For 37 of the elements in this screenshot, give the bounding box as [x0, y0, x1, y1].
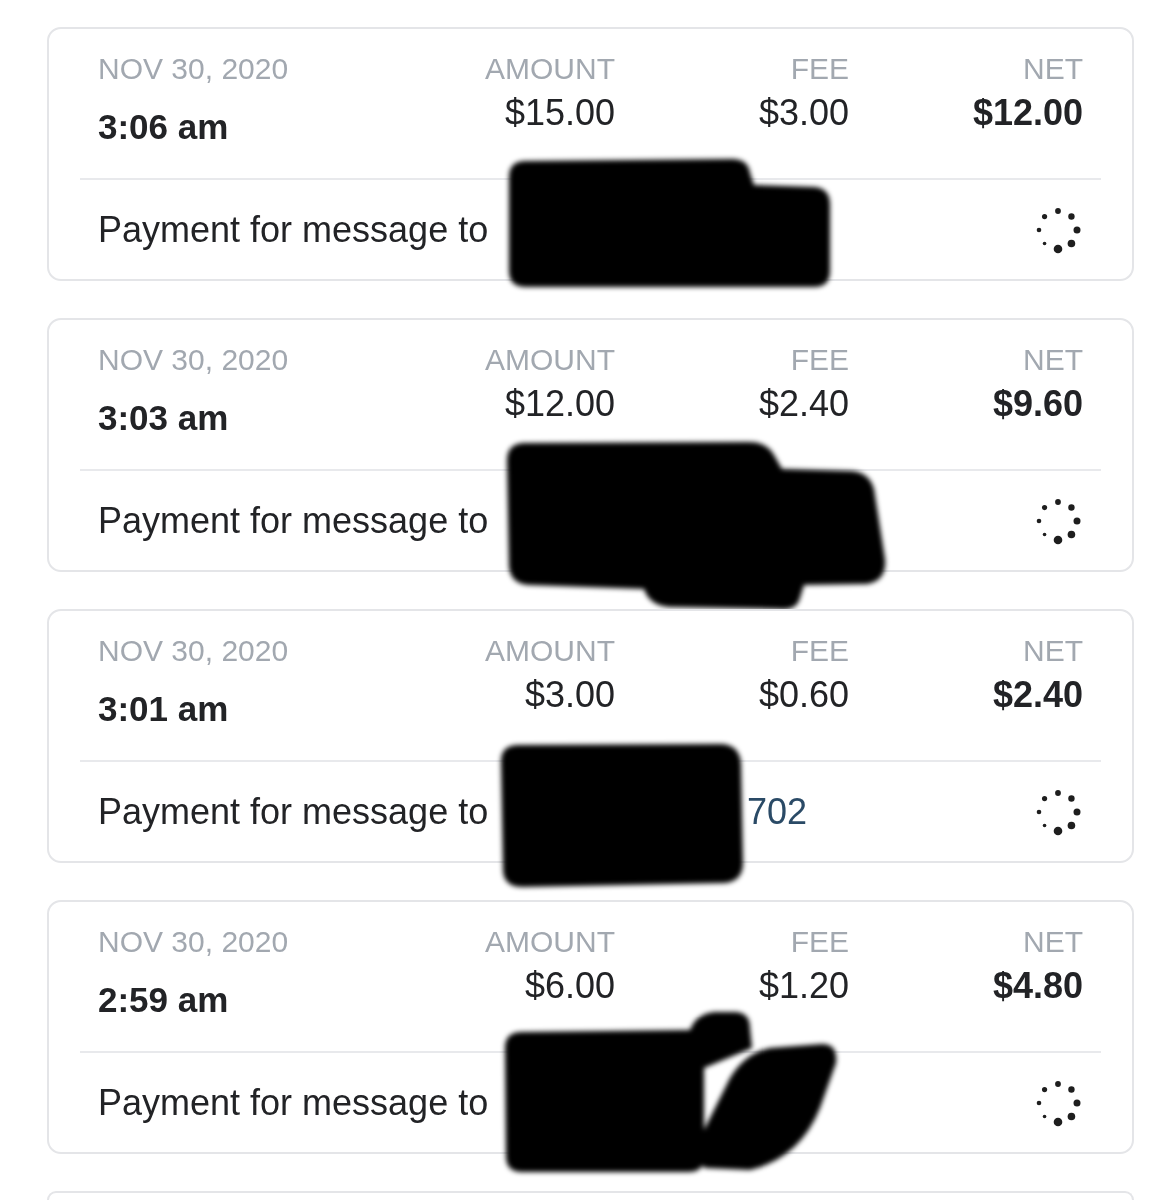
transaction-time: 2:59 am — [98, 980, 229, 1020]
transaction-date: NOV 30, 2020 — [98, 53, 289, 85]
net-value: $12.00 — [972, 93, 1083, 133]
amount-label: AMOUNT — [485, 53, 615, 85]
payment-description: Payment for message to — [98, 499, 489, 542]
transaction-date: NOV 30, 2020 — [98, 635, 289, 667]
transaction-time: 3:01 am — [98, 689, 229, 729]
payment-description: Payment for message to — [98, 208, 489, 251]
net-label: NET — [1023, 344, 1083, 376]
fee-label: FEE — [790, 344, 849, 376]
net-label: NET — [1023, 53, 1083, 85]
fee-value: $0.60 — [758, 675, 849, 715]
amount-value: $3.00 — [524, 675, 615, 715]
recipient-link-fragment[interactable]: 702 — [747, 790, 808, 833]
net-value: $4.80 — [992, 966, 1083, 1006]
amount-label: AMOUNT — [485, 926, 615, 958]
amount-label: AMOUNT — [485, 635, 615, 667]
fee-label: FEE — [790, 926, 849, 958]
fee-value: $2.40 — [758, 384, 849, 424]
fee-value: $1.20 — [758, 966, 849, 1006]
amount-value: $15.00 — [504, 93, 615, 133]
net-value: $2.40 — [992, 675, 1083, 715]
net-label: NET — [1023, 926, 1083, 958]
net-value: $9.60 — [992, 384, 1083, 424]
transaction-time: 3:06 am — [98, 107, 229, 147]
payment-description: Payment for message to — [98, 790, 489, 833]
fee-label: FEE — [790, 53, 849, 85]
transaction-time: 3:03 am — [98, 398, 229, 438]
fee-label: FEE — [790, 635, 849, 667]
net-label: NET — [1023, 635, 1083, 667]
amount-label: AMOUNT — [485, 344, 615, 376]
amount-value: $6.00 — [524, 966, 615, 1006]
transaction-date: NOV 30, 2020 — [98, 926, 289, 958]
transaction-date: NOV 30, 2020 — [98, 344, 289, 376]
amount-value: $12.00 — [504, 384, 615, 424]
fee-value: $3.00 — [758, 93, 849, 133]
payment-description: Payment for message to — [98, 1081, 489, 1124]
